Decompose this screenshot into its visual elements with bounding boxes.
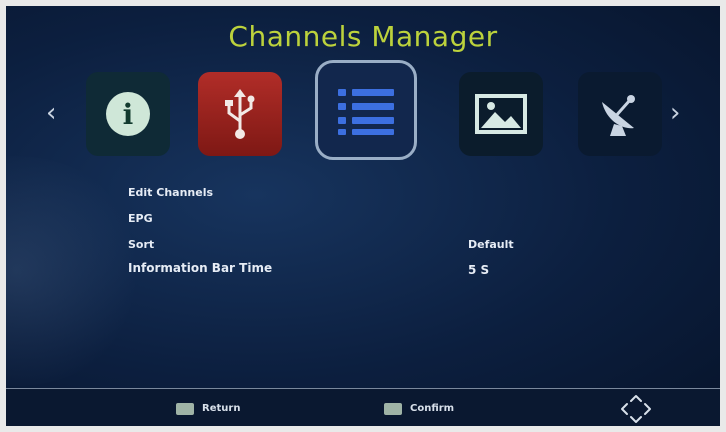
tv-screen: Channels Manager ‹ › i Edit Channels EPG… — [6, 6, 720, 426]
return-key-icon — [176, 403, 194, 415]
nav-right-arrow[interactable]: › — [670, 98, 680, 128]
info-icon: i — [106, 92, 150, 136]
menu-tile-info[interactable]: i — [86, 72, 170, 156]
return-label[interactable]: Return — [202, 403, 240, 414]
footer-bar: Return Confirm — [6, 388, 720, 426]
menu-tile-channel-list[interactable] — [315, 60, 417, 160]
background-glow — [6, 156, 146, 386]
menu-tile-media[interactable] — [459, 72, 543, 156]
menu-item-information-bar-time[interactable]: Information Bar Time — [128, 261, 272, 275]
media-icon — [475, 94, 527, 134]
confirm-key-icon — [384, 403, 402, 415]
menu-item-epg[interactable]: EPG — [128, 212, 153, 225]
sort-value: Default — [468, 238, 514, 251]
satellite-dish-icon — [602, 95, 635, 136]
menu-item-sort[interactable]: Sort — [128, 238, 154, 251]
nav-left-arrow[interactable]: ‹ — [46, 98, 56, 128]
usb-icon — [225, 89, 255, 139]
page-title: Channels Manager — [228, 20, 498, 53]
information-bar-time-value: 5 S — [468, 263, 490, 277]
menu-tile-usb[interactable] — [198, 72, 282, 156]
menu-tile-satellite[interactable] — [578, 72, 662, 156]
list-icon — [338, 89, 394, 135]
menu-item-edit-channels[interactable]: Edit Channels — [128, 186, 213, 199]
confirm-label[interactable]: Confirm — [410, 403, 454, 414]
dpad-arrows-icon — [621, 395, 651, 423]
